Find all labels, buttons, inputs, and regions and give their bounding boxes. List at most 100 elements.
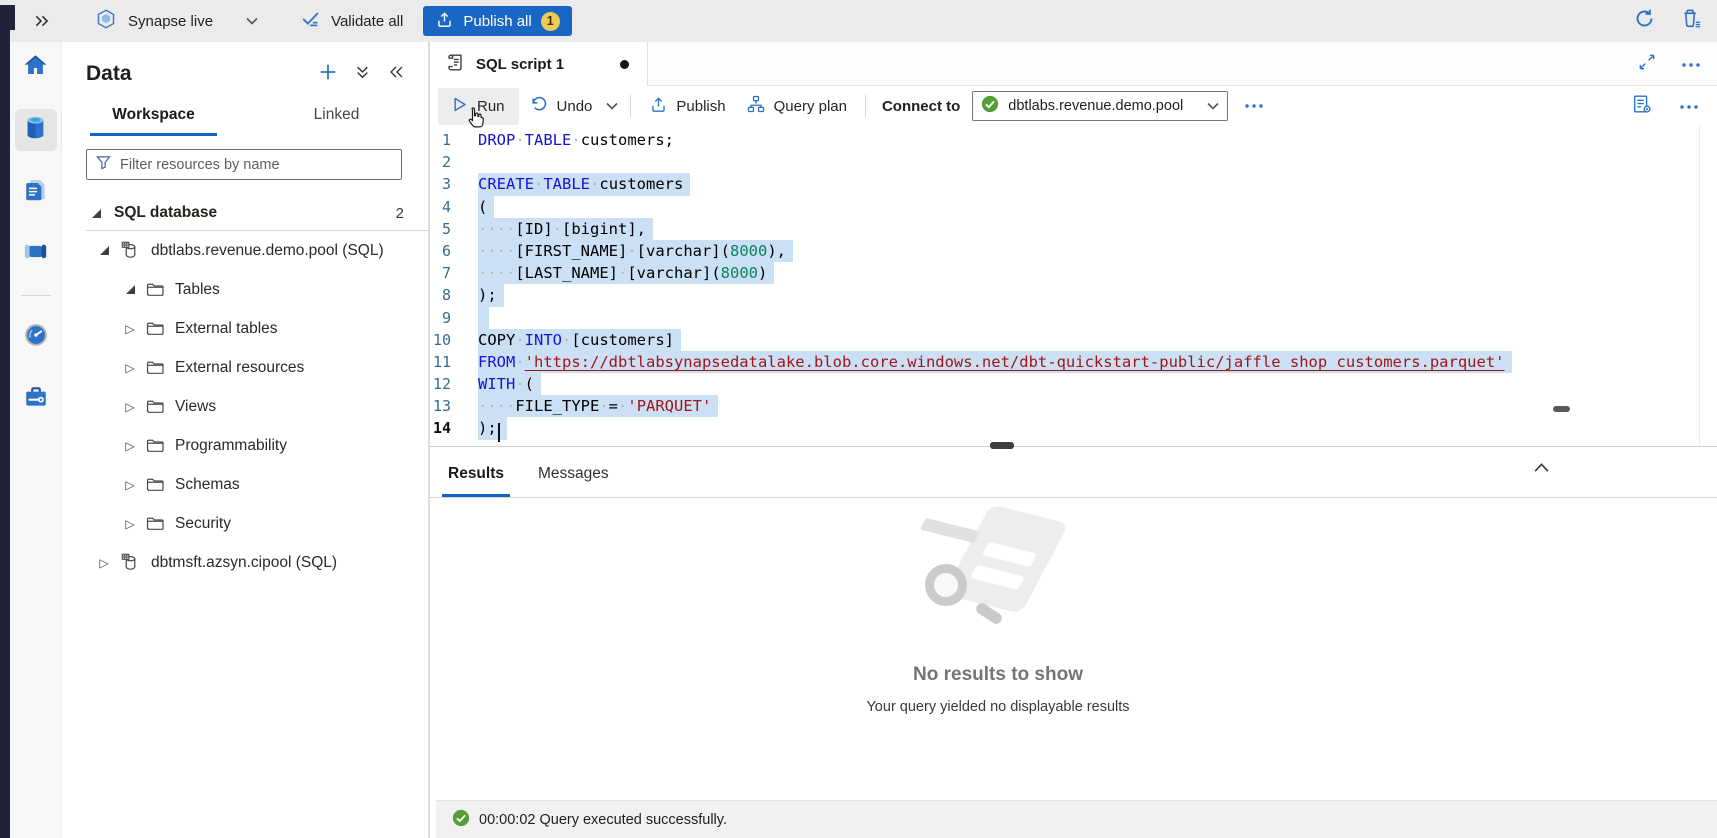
query-plan-button[interactable]: Query plan <box>736 88 857 124</box>
connection-dropdown[interactable]: dbtlabs.revenue.demo.pool <box>972 91 1228 121</box>
folder-icon <box>146 360 165 375</box>
folder-icon <box>146 477 165 492</box>
filter-input[interactable] <box>120 157 392 173</box>
double-chevron-right-icon[interactable] <box>34 14 49 28</box>
tree-root-label: SQL database <box>114 204 217 222</box>
collapsed-arrow-icon[interactable]: ▷ <box>122 361 138 375</box>
nav-item-data[interactable] <box>15 109 57 151</box>
tree-nodes: dbtlabs.revenue.demo.pool (SQL)Tables▷Ex… <box>62 231 428 582</box>
tab-sql-script-1[interactable]: SQL script 1 <box>430 42 648 86</box>
ellipsis-icon[interactable] <box>1681 55 1701 73</box>
collapsed-arrow-icon[interactable]: ▷ <box>122 517 138 531</box>
chevron-down-icon[interactable] <box>1207 97 1219 115</box>
collapsed-arrow-icon[interactable]: ▷ <box>122 322 138 336</box>
nav-item-integrate[interactable] <box>15 233 57 275</box>
manage-icon <box>23 384 49 415</box>
collapsed-arrow-icon[interactable]: ▷ <box>122 439 138 453</box>
expand-icon[interactable] <box>1637 52 1657 77</box>
publish-button[interactable]: Publish <box>639 89 735 124</box>
top-command-bar: Synapse live Validate all Publish all 1 <box>0 0 1717 42</box>
nav-item-monitor[interactable] <box>15 316 57 358</box>
tree-item-sql-database[interactable]: SQL database 2 <box>62 196 428 230</box>
tree-item-label: External resources <box>175 359 304 377</box>
code-line[interactable]: 10COPY·INTO·[customers] <box>430 329 1699 351</box>
code-line[interactable]: 12WITH·( <box>430 373 1699 395</box>
results-tab-border <box>430 497 1717 498</box>
undo-button[interactable]: Undo <box>519 88 603 124</box>
code-line[interactable]: 14); <box>430 417 1699 439</box>
filter-icon <box>96 155 111 175</box>
code-line[interactable]: 3CREATE·TABLE·customers <box>430 173 1699 195</box>
line-number: 11 <box>430 351 478 373</box>
code-line[interactable]: 7····[LAST_NAME]·[varchar](8000) <box>430 262 1699 284</box>
magnifier-illustration <box>925 564 967 606</box>
code-line[interactable]: 8); <box>430 284 1699 306</box>
ellipsis-icon[interactable] <box>1679 97 1699 115</box>
refresh-icon[interactable] <box>1633 7 1656 35</box>
expanded-arrow-icon[interactable] <box>122 285 138 294</box>
undo-dropdown-chevron[interactable] <box>602 102 622 110</box>
tab-results[interactable]: Results <box>442 455 510 497</box>
code-line[interactable]: 5····[ID]·[bigint], <box>430 218 1699 240</box>
query-plan-icon <box>746 94 766 118</box>
ellipsis-icon[interactable] <box>1244 103 1264 109</box>
tree-item-security[interactable]: ▷ Security <box>62 504 428 543</box>
chevron-up-icon[interactable] <box>1533 460 1550 478</box>
tree-item-dbtlabs-revenue-demo-pool-sql[interactable]: dbtlabs.revenue.demo.pool (SQL) <box>62 231 428 270</box>
line-number: 3 <box>430 173 478 195</box>
editor-scrollbar-thumb[interactable] <box>1553 406 1570 412</box>
tree-item-label: Security <box>175 515 231 533</box>
sql-code-editor[interactable]: 1DROP·TABLE·customers;23CREATE·TABLE·cus… <box>430 126 1700 447</box>
line-number: 6 <box>430 240 478 262</box>
line-number: 4 <box>430 196 478 218</box>
tab-messages[interactable]: Messages <box>532 455 615 497</box>
line-number: 10 <box>430 329 478 351</box>
expanded-arrow-icon[interactable] <box>96 246 112 255</box>
code-line[interactable]: 4( <box>430 196 1699 218</box>
add-icon[interactable] <box>319 63 337 86</box>
database-count: 2 <box>396 205 404 222</box>
double-chevron-down-icon[interactable] <box>355 64 370 85</box>
code-line[interactable]: 13····FILE_TYPE·=·'PARQUET' <box>430 395 1699 417</box>
discard-icon[interactable] <box>1680 7 1703 35</box>
tree-item-programmability[interactable]: ▷Programmability <box>62 426 428 465</box>
tab-linked[interactable]: Linked <box>273 98 400 136</box>
tree-item-tables[interactable]: Tables <box>62 270 428 309</box>
tree-item-label: Views <box>175 398 216 416</box>
expanded-arrow-icon[interactable] <box>88 209 104 218</box>
collapsed-arrow-icon[interactable]: ▷ <box>96 556 112 570</box>
tree-item-label: dbtmsft.azsyn.cipool (SQL) <box>151 554 337 572</box>
validate-all-button[interactable]: Validate all <box>300 8 403 34</box>
nav-item-manage[interactable] <box>15 378 57 420</box>
code-line[interactable]: 2 <box>430 151 1699 173</box>
collapsed-arrow-icon[interactable]: ▷ <box>122 478 138 492</box>
code-line[interactable]: 9 <box>430 307 1699 329</box>
collapsed-arrow-icon[interactable]: ▷ <box>122 400 138 414</box>
code-line[interactable]: 1DROP·TABLE·customers; <box>430 129 1699 151</box>
code-line[interactable]: 11FROM·'https://dbtlabsynapsedatalake.bl… <box>430 351 1699 373</box>
synapse-hexagon-icon <box>95 8 117 34</box>
tree-item-views[interactable]: ▷ Views <box>62 387 428 426</box>
tree-item-external-tables[interactable]: ▷External tables <box>62 309 428 348</box>
folder-icon <box>146 282 165 297</box>
tree-item-external-resources[interactable]: ▷ External resources <box>62 348 428 387</box>
folder-icon <box>146 399 165 414</box>
mode-label: Synapse live <box>128 13 213 30</box>
data-icon <box>22 114 49 146</box>
editor-toolbar: Run Undo Publish Query plan Connect to d… <box>430 86 1717 126</box>
synapse-live-dropdown[interactable]: Synapse live <box>95 8 258 34</box>
connect-to-label: Connect to <box>882 98 960 115</box>
publish-all-button[interactable]: Publish all 1 <box>423 6 571 36</box>
connected-check-icon <box>981 95 999 118</box>
tree-item-dbtmsft-azsyn-cipool-sql[interactable]: ▷ dbtmsft.azsyn.cipool (SQL) <box>62 543 428 582</box>
status-message: 00:00:02 Query executed successfully. <box>479 812 727 828</box>
tab-workspace[interactable]: Workspace <box>90 98 217 136</box>
code-line[interactable]: 6····[FIRST_NAME]·[varchar](8000), <box>430 240 1699 262</box>
line-number: 7 <box>430 262 478 284</box>
nav-item-develop[interactable] <box>15 171 57 213</box>
validate-icon <box>300 8 322 34</box>
collapse-panel-icon[interactable] <box>388 65 404 84</box>
tree-item-schemas[interactable]: ▷Schemas <box>62 465 428 504</box>
nav-item-home[interactable] <box>15 47 57 89</box>
properties-icon[interactable] <box>1631 93 1653 120</box>
